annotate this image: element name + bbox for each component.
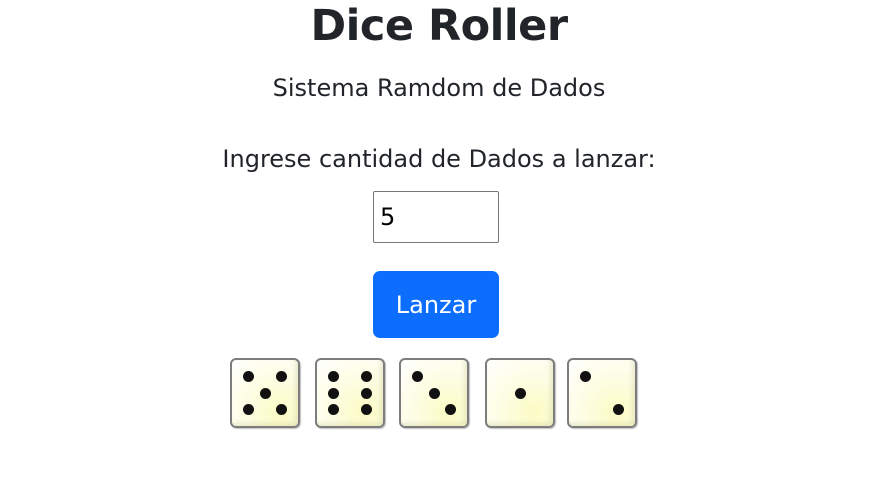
dice-row xyxy=(230,358,650,432)
die-pip xyxy=(243,404,254,415)
die-pip xyxy=(428,387,440,399)
die-face-2 xyxy=(315,358,385,428)
die-pip xyxy=(276,404,287,415)
die-pip xyxy=(328,371,339,382)
dice-roller-page: Dice Roller Sistema Ramdom de Dados Ingr… xyxy=(0,0,878,488)
roll-button[interactable]: Lanzar xyxy=(373,271,499,338)
die-pip xyxy=(580,371,591,382)
die-pip xyxy=(243,371,254,382)
die-pip xyxy=(613,404,624,415)
die-pip xyxy=(361,371,372,382)
page-title: Dice Roller xyxy=(310,1,568,51)
die-pip xyxy=(445,404,456,415)
die-pip xyxy=(328,387,339,399)
die-pip xyxy=(328,404,339,415)
die-pip xyxy=(259,387,271,399)
die-face-1 xyxy=(230,358,300,428)
die-face-5 xyxy=(567,358,637,428)
die-pip xyxy=(276,371,287,382)
die-pip xyxy=(361,404,372,415)
die-face-3 xyxy=(399,358,469,428)
die-face-4 xyxy=(485,358,555,428)
die-pip xyxy=(514,387,526,399)
die-pip xyxy=(361,387,372,399)
quantity-input[interactable] xyxy=(373,191,499,243)
die-pip xyxy=(412,371,423,382)
page-subtitle: Sistema Ramdom de Dados xyxy=(272,74,606,102)
quantity-label: Ingrese cantidad de Dados a lanzar: xyxy=(222,145,656,173)
